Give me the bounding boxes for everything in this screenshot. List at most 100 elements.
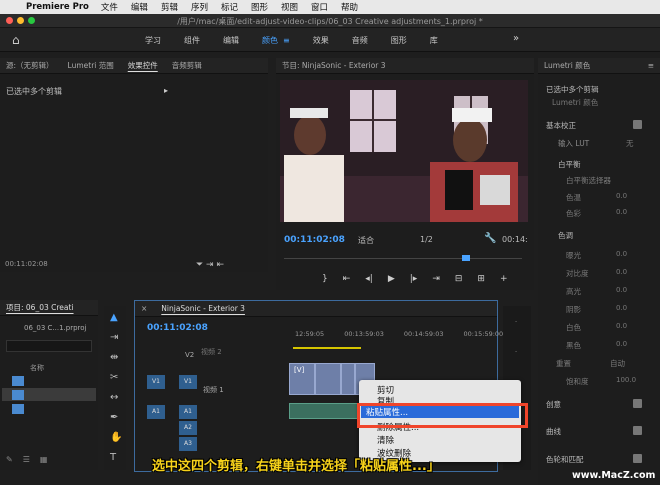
- playhead[interactable]: [462, 255, 470, 261]
- auto-button[interactable]: 自动: [610, 358, 625, 369]
- menu-graphics[interactable]: 图形: [251, 1, 268, 13]
- fit-dropdown[interactable]: 适合: [358, 235, 374, 246]
- temperature-value[interactable]: 0.0: [616, 192, 627, 200]
- timeline-sequence-tab[interactable]: NinjaSonic - Exterior 3: [161, 304, 245, 313]
- track-a2-target[interactable]: A2: [179, 421, 197, 435]
- list-view-icon[interactable]: ☰: [23, 455, 30, 464]
- menu-view[interactable]: 视图: [281, 1, 298, 13]
- program-timecode[interactable]: 00:11:02:08: [284, 235, 345, 245]
- wb-selector[interactable]: 白平衡选择器: [566, 175, 611, 186]
- hand-icon[interactable]: ✋: [110, 432, 122, 443]
- section-basic[interactable]: 基本校正: [546, 120, 576, 131]
- workspace-assembly[interactable]: 组件: [184, 35, 200, 46]
- menu-item-clear[interactable]: 清除: [377, 434, 394, 446]
- menu-clip[interactable]: 剪辑: [161, 1, 178, 13]
- menu-help[interactable]: 帮助: [341, 1, 358, 13]
- resolution-dropdown[interactable]: 1/2: [420, 235, 433, 244]
- step-forward-icon[interactable]: |▸: [410, 274, 418, 284]
- lumetri-fx[interactable]: Lumetri 颜色: [552, 97, 598, 108]
- track-a1-source[interactable]: A1: [147, 405, 165, 419]
- slip-icon[interactable]: ↔: [110, 392, 118, 403]
- play-arrow-icon[interactable]: ▸: [164, 86, 168, 95]
- menu-edit[interactable]: 编辑: [131, 1, 148, 13]
- whites-value[interactable]: 0.0: [616, 322, 627, 330]
- clip-thumbnail[interactable]: [12, 390, 24, 400]
- workspace-editing[interactable]: 编辑: [223, 35, 239, 46]
- name-column-header[interactable]: 名称: [30, 363, 44, 373]
- pen-icon[interactable]: ✒: [110, 412, 118, 423]
- workspace-graphics[interactable]: 图形: [391, 35, 407, 46]
- selection-tool-icon[interactable]: ▲: [110, 312, 118, 323]
- curves-enable-checkbox[interactable]: [633, 426, 642, 435]
- tab-source[interactable]: 源:（无剪辑）: [6, 60, 54, 71]
- section-white-balance[interactable]: 白平衡: [558, 159, 581, 170]
- extract-icon[interactable]: ⊞: [477, 274, 485, 284]
- blacks-value[interactable]: 0.0: [616, 340, 627, 348]
- close-tab-icon[interactable]: ×: [141, 304, 147, 313]
- menu-markers[interactable]: 标记: [221, 1, 238, 13]
- filter-icon[interactable]: ⏷ ⇥ ⇤: [196, 260, 224, 270]
- panel-menu-icon[interactable]: ≡: [648, 61, 654, 70]
- program-title[interactable]: 节目: NinjaSonic - Exterior 3: [282, 60, 386, 71]
- video-clip[interactable]: [V]: [289, 363, 315, 395]
- lift-icon[interactable]: ⊟: [455, 274, 463, 284]
- section-tone[interactable]: 色调: [558, 230, 573, 241]
- workspace-libraries[interactable]: 库: [430, 35, 438, 46]
- tab-lumetri-scopes[interactable]: Lumetri 范围: [68, 60, 114, 71]
- menu-window[interactable]: 窗口: [311, 1, 328, 13]
- project-title[interactable]: 项目: 06_03 Creati: [6, 302, 74, 313]
- clip-thumbnail[interactable]: [12, 404, 24, 414]
- creative-enable-checkbox[interactable]: [633, 399, 642, 408]
- clip-thumbnail[interactable]: [12, 376, 24, 386]
- mark-in-icon[interactable]: }: [322, 274, 328, 284]
- contrast-value[interactable]: 0.0: [616, 268, 627, 276]
- track-a1-target[interactable]: A1: [179, 405, 197, 419]
- step-back-icon[interactable]: ◂|: [365, 274, 373, 284]
- go-to-in-icon[interactable]: ⇤: [343, 274, 351, 284]
- exposure-value[interactable]: 0.0: [616, 250, 627, 258]
- razor-icon[interactable]: ✂: [110, 372, 118, 383]
- project-search-input[interactable]: [6, 340, 92, 352]
- work-area-bar[interactable]: [293, 347, 361, 349]
- home-icon[interactable]: ⌂: [12, 33, 20, 47]
- highlights-value[interactable]: 0.0: [616, 286, 627, 294]
- workspace-learning[interactable]: 学习: [145, 35, 161, 46]
- section-color-wheels[interactable]: 色轮和匹配: [546, 454, 584, 465]
- more-workspaces-icon[interactable]: »: [513, 33, 519, 44]
- section-curves[interactable]: 曲线: [546, 426, 561, 437]
- color-wheels-enable-checkbox[interactable]: [633, 454, 642, 463]
- tab-audio-clip-mixer[interactable]: 音频剪辑: [172, 60, 202, 71]
- shadows-value[interactable]: 0.0: [616, 304, 627, 312]
- lut-dropdown[interactable]: 无: [626, 138, 634, 149]
- settings-wrench-icon[interactable]: 🔧: [484, 233, 496, 244]
- time-ruler[interactable]: 12:59:05 00:13:59:03 00:14:59:03 00:15:5…: [295, 330, 503, 338]
- tab-effect-controls[interactable]: 效果控件: [128, 60, 158, 71]
- workspace-color[interactable]: 颜色: [262, 35, 290, 46]
- menu-sequence[interactable]: 序列: [191, 1, 208, 13]
- type-tool-icon[interactable]: T: [110, 452, 116, 463]
- icon-view-icon[interactable]: ▦: [40, 455, 48, 464]
- app-name-menu[interactable]: Premiere Pro: [26, 2, 89, 12]
- saturation-value[interactable]: 100.0: [616, 376, 636, 384]
- workspace-effects[interactable]: 效果: [313, 35, 329, 46]
- timeline-timecode[interactable]: 00:11:02:08: [147, 323, 208, 333]
- track-v1-source[interactable]: V1: [147, 375, 165, 389]
- add-button-icon[interactable]: +: [500, 274, 508, 284]
- go-to-out-icon[interactable]: ⇥: [432, 274, 440, 284]
- track-v1-target[interactable]: V1: [179, 375, 197, 389]
- workspace-audio[interactable]: 音频: [352, 35, 368, 46]
- lumetri-title[interactable]: Lumetri 颜色: [544, 60, 590, 71]
- section-creative[interactable]: 创意: [546, 399, 561, 410]
- basic-enable-checkbox[interactable]: [633, 120, 642, 129]
- program-scrubber[interactable]: [284, 255, 522, 266]
- pencil-icon[interactable]: ✎: [6, 455, 13, 464]
- menu-file[interactable]: 文件: [101, 1, 118, 13]
- video-clip[interactable]: [315, 363, 341, 395]
- video-clip[interactable]: [341, 363, 355, 395]
- ripple-edit-icon[interactable]: ⇹: [110, 352, 118, 363]
- track-select-icon[interactable]: ⇥: [110, 332, 118, 343]
- tint-value[interactable]: 0.0: [616, 208, 627, 216]
- track-a3-target[interactable]: A3: [179, 437, 197, 451]
- play-icon[interactable]: ▶: [388, 274, 395, 284]
- reset-button[interactable]: 重置: [556, 358, 571, 369]
